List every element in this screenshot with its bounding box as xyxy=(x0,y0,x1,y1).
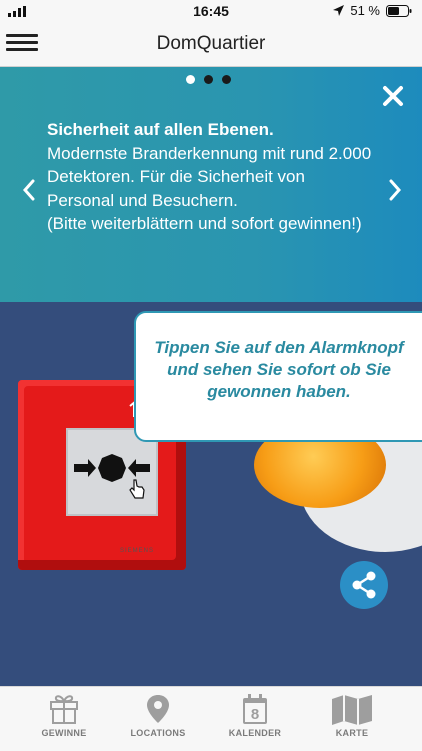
banner-description: Modernste Branderkennung mit rund 2.000 … xyxy=(47,143,372,210)
close-icon[interactable] xyxy=(382,85,404,107)
tab-label: GEWINNE xyxy=(41,728,87,738)
instruction-text: Tippen Sie auf den Alarmknopf und sehen … xyxy=(154,338,404,401)
banner-title: Sicherheit auf allen Ebenen. xyxy=(47,120,274,139)
chevron-left-icon[interactable] xyxy=(22,179,36,201)
tab-label: LOCATIONS xyxy=(130,728,186,738)
tab-label: KALENDER xyxy=(228,728,282,738)
app-title: DomQuartier xyxy=(156,33,266,54)
tab-gewinne[interactable]: GEWINNE xyxy=(14,693,114,738)
brand-label: SIEMENS xyxy=(120,548,155,554)
tab-karte[interactable]: KARTE xyxy=(302,693,402,738)
tab-locations[interactable]: LOCATIONS xyxy=(108,693,208,738)
chevron-right-icon[interactable] xyxy=(388,179,402,201)
info-carousel[interactable]: Sicherheit auf allen Ebenen. Modernste B… xyxy=(0,67,422,302)
tap-hand-icon xyxy=(129,479,145,499)
calendar-icon: 8 xyxy=(243,694,267,724)
map-icon xyxy=(332,695,372,725)
banner-hint: (Bitte weiterblättern und sofort gewinne… xyxy=(47,214,362,233)
calendar-badge: 8 xyxy=(251,706,259,723)
location-pin-icon xyxy=(147,695,169,723)
banner-text: Sicherheit auf allen Ebenen. Modernste B… xyxy=(47,118,372,236)
instruction-bubble: Tippen Sie auf den Alarmknopf und sehen … xyxy=(134,311,422,442)
location-arrow-icon xyxy=(333,5,345,16)
tab-bar: GEWINNE LOCATIONS 8 KALENDER KARTE xyxy=(0,686,422,751)
carousel-dots[interactable] xyxy=(186,75,231,84)
battery-percentage: 51 % xyxy=(350,3,380,18)
status-bar: 16:45 51 % xyxy=(0,0,422,22)
nav-bar: DomQuartier xyxy=(0,22,422,67)
share-button[interactable] xyxy=(340,561,388,609)
share-icon xyxy=(352,571,376,599)
tab-kalender[interactable]: 8 KALENDER xyxy=(205,693,305,738)
tab-label: KARTE xyxy=(335,728,369,738)
battery-icon xyxy=(386,4,412,17)
carousel-dot[interactable] xyxy=(204,75,213,84)
carousel-dot[interactable] xyxy=(186,75,195,84)
carousel-dot[interactable] xyxy=(222,75,231,84)
gift-icon xyxy=(50,695,78,724)
